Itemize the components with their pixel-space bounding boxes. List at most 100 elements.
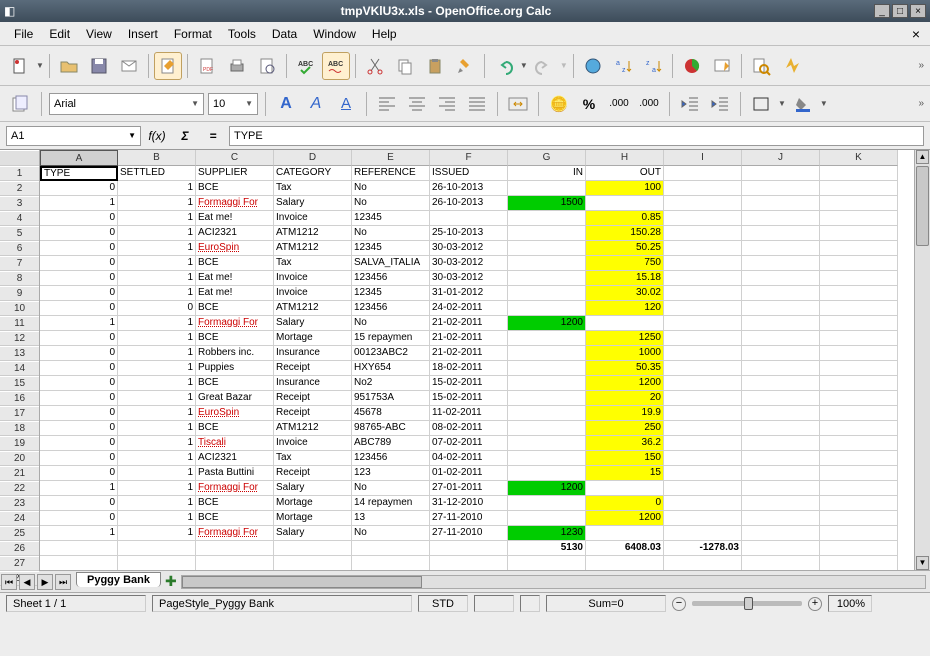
- cell[interactable]: 0: [40, 271, 118, 286]
- next-sheet-button[interactable]: ▶: [37, 574, 53, 590]
- cell[interactable]: 1250: [586, 331, 664, 346]
- sort-desc-button[interactable]: za: [639, 52, 667, 80]
- last-sheet-button[interactable]: ⏭: [55, 574, 71, 590]
- scroll-up-icon[interactable]: ▲: [916, 150, 929, 164]
- currency-button[interactable]: 🪙: [546, 92, 572, 116]
- cell[interactable]: BCE: [196, 421, 274, 436]
- cell[interactable]: 50.25: [586, 241, 664, 256]
- selection-mode[interactable]: [474, 595, 514, 612]
- row-header[interactable]: 1: [0, 166, 39, 181]
- paste-button[interactable]: [421, 52, 449, 80]
- column-header[interactable]: G: [508, 150, 586, 166]
- column-header[interactable]: E: [352, 150, 430, 166]
- cell[interactable]: [508, 286, 586, 301]
- cell[interactable]: [664, 271, 742, 286]
- cell[interactable]: [742, 301, 820, 316]
- cell[interactable]: 31-01-2012: [430, 286, 508, 301]
- cell[interactable]: ISSUED: [430, 166, 508, 181]
- menu-file[interactable]: File: [6, 25, 41, 43]
- cell[interactable]: [742, 331, 820, 346]
- font-name-combo[interactable]: Arial▼: [49, 93, 204, 115]
- cell[interactable]: No: [352, 526, 430, 541]
- sheet-tab[interactable]: Pyggy Bank: [76, 572, 161, 587]
- cell[interactable]: [664, 451, 742, 466]
- cell[interactable]: 1: [118, 376, 196, 391]
- cell[interactable]: Formaggi For: [196, 481, 274, 496]
- cell[interactable]: 1: [40, 526, 118, 541]
- cell[interactable]: 1: [118, 211, 196, 226]
- column-header[interactable]: B: [118, 150, 196, 166]
- cell[interactable]: [664, 421, 742, 436]
- cell[interactable]: [508, 391, 586, 406]
- cell[interactable]: [430, 556, 508, 570]
- cell[interactable]: BCE: [196, 181, 274, 196]
- cell[interactable]: EuroSpin: [196, 406, 274, 421]
- cell[interactable]: [586, 481, 664, 496]
- cell[interactable]: [742, 466, 820, 481]
- cell[interactable]: 27-01-2011: [430, 481, 508, 496]
- align-center-button[interactable]: [404, 92, 430, 116]
- column-header[interactable]: A: [40, 150, 118, 166]
- cell[interactable]: 951753A: [352, 391, 430, 406]
- minimize-button[interactable]: _: [874, 4, 890, 18]
- menu-edit[interactable]: Edit: [41, 25, 78, 43]
- cut-button[interactable]: [361, 52, 389, 80]
- cell[interactable]: [742, 166, 820, 181]
- borders-button[interactable]: [748, 92, 774, 116]
- cell[interactable]: [664, 406, 742, 421]
- cell[interactable]: [742, 526, 820, 541]
- export-pdf-button[interactable]: PDF: [193, 52, 221, 80]
- cell[interactable]: 12345: [352, 286, 430, 301]
- cell[interactable]: 31-12-2010: [430, 496, 508, 511]
- row-header[interactable]: 27: [0, 556, 39, 571]
- cell[interactable]: [664, 181, 742, 196]
- cell[interactable]: [508, 346, 586, 361]
- cell[interactable]: [742, 286, 820, 301]
- cell[interactable]: Mortage: [274, 331, 352, 346]
- cell[interactable]: Insurance: [274, 346, 352, 361]
- cell[interactable]: [118, 541, 196, 556]
- cell[interactable]: [508, 406, 586, 421]
- cell[interactable]: [430, 541, 508, 556]
- cell[interactable]: 00123ABC2: [352, 346, 430, 361]
- row-header[interactable]: 20: [0, 451, 39, 466]
- column-header[interactable]: F: [430, 150, 508, 166]
- cell[interactable]: 30.02: [586, 286, 664, 301]
- cell[interactable]: 45678: [352, 406, 430, 421]
- cell[interactable]: [586, 196, 664, 211]
- cell[interactable]: [820, 556, 898, 570]
- undo-button[interactable]: [490, 52, 518, 80]
- cell[interactable]: -1278.03: [664, 541, 742, 556]
- cell[interactable]: [664, 556, 742, 570]
- cell[interactable]: [508, 271, 586, 286]
- cell[interactable]: [742, 361, 820, 376]
- cell[interactable]: 21-02-2011: [430, 316, 508, 331]
- cell[interactable]: 1200: [586, 376, 664, 391]
- cell[interactable]: 12345: [352, 241, 430, 256]
- cell[interactable]: [664, 286, 742, 301]
- cell[interactable]: 30-03-2012: [430, 271, 508, 286]
- cell[interactable]: [586, 556, 664, 570]
- cell[interactable]: [820, 451, 898, 466]
- cell[interactable]: 0: [40, 301, 118, 316]
- cell[interactable]: [664, 436, 742, 451]
- cell[interactable]: 1: [118, 361, 196, 376]
- cell[interactable]: 0: [40, 256, 118, 271]
- cell[interactable]: EuroSpin: [196, 241, 274, 256]
- cell[interactable]: [664, 526, 742, 541]
- cell[interactable]: 123456: [352, 271, 430, 286]
- cell[interactable]: Eat me!: [196, 271, 274, 286]
- cell[interactable]: Tax: [274, 181, 352, 196]
- cell[interactable]: 150: [586, 451, 664, 466]
- row-header[interactable]: 6: [0, 241, 39, 256]
- cell[interactable]: 25-10-2013: [430, 226, 508, 241]
- cell[interactable]: 0: [40, 451, 118, 466]
- row-header[interactable]: 23: [0, 496, 39, 511]
- row-header[interactable]: 22: [0, 481, 39, 496]
- cell[interactable]: [742, 226, 820, 241]
- cell[interactable]: HXY654: [352, 361, 430, 376]
- cell[interactable]: 100: [586, 181, 664, 196]
- insert-mode[interactable]: STD: [418, 595, 468, 612]
- cell[interactable]: 0: [40, 511, 118, 526]
- cell[interactable]: Eat me!: [196, 211, 274, 226]
